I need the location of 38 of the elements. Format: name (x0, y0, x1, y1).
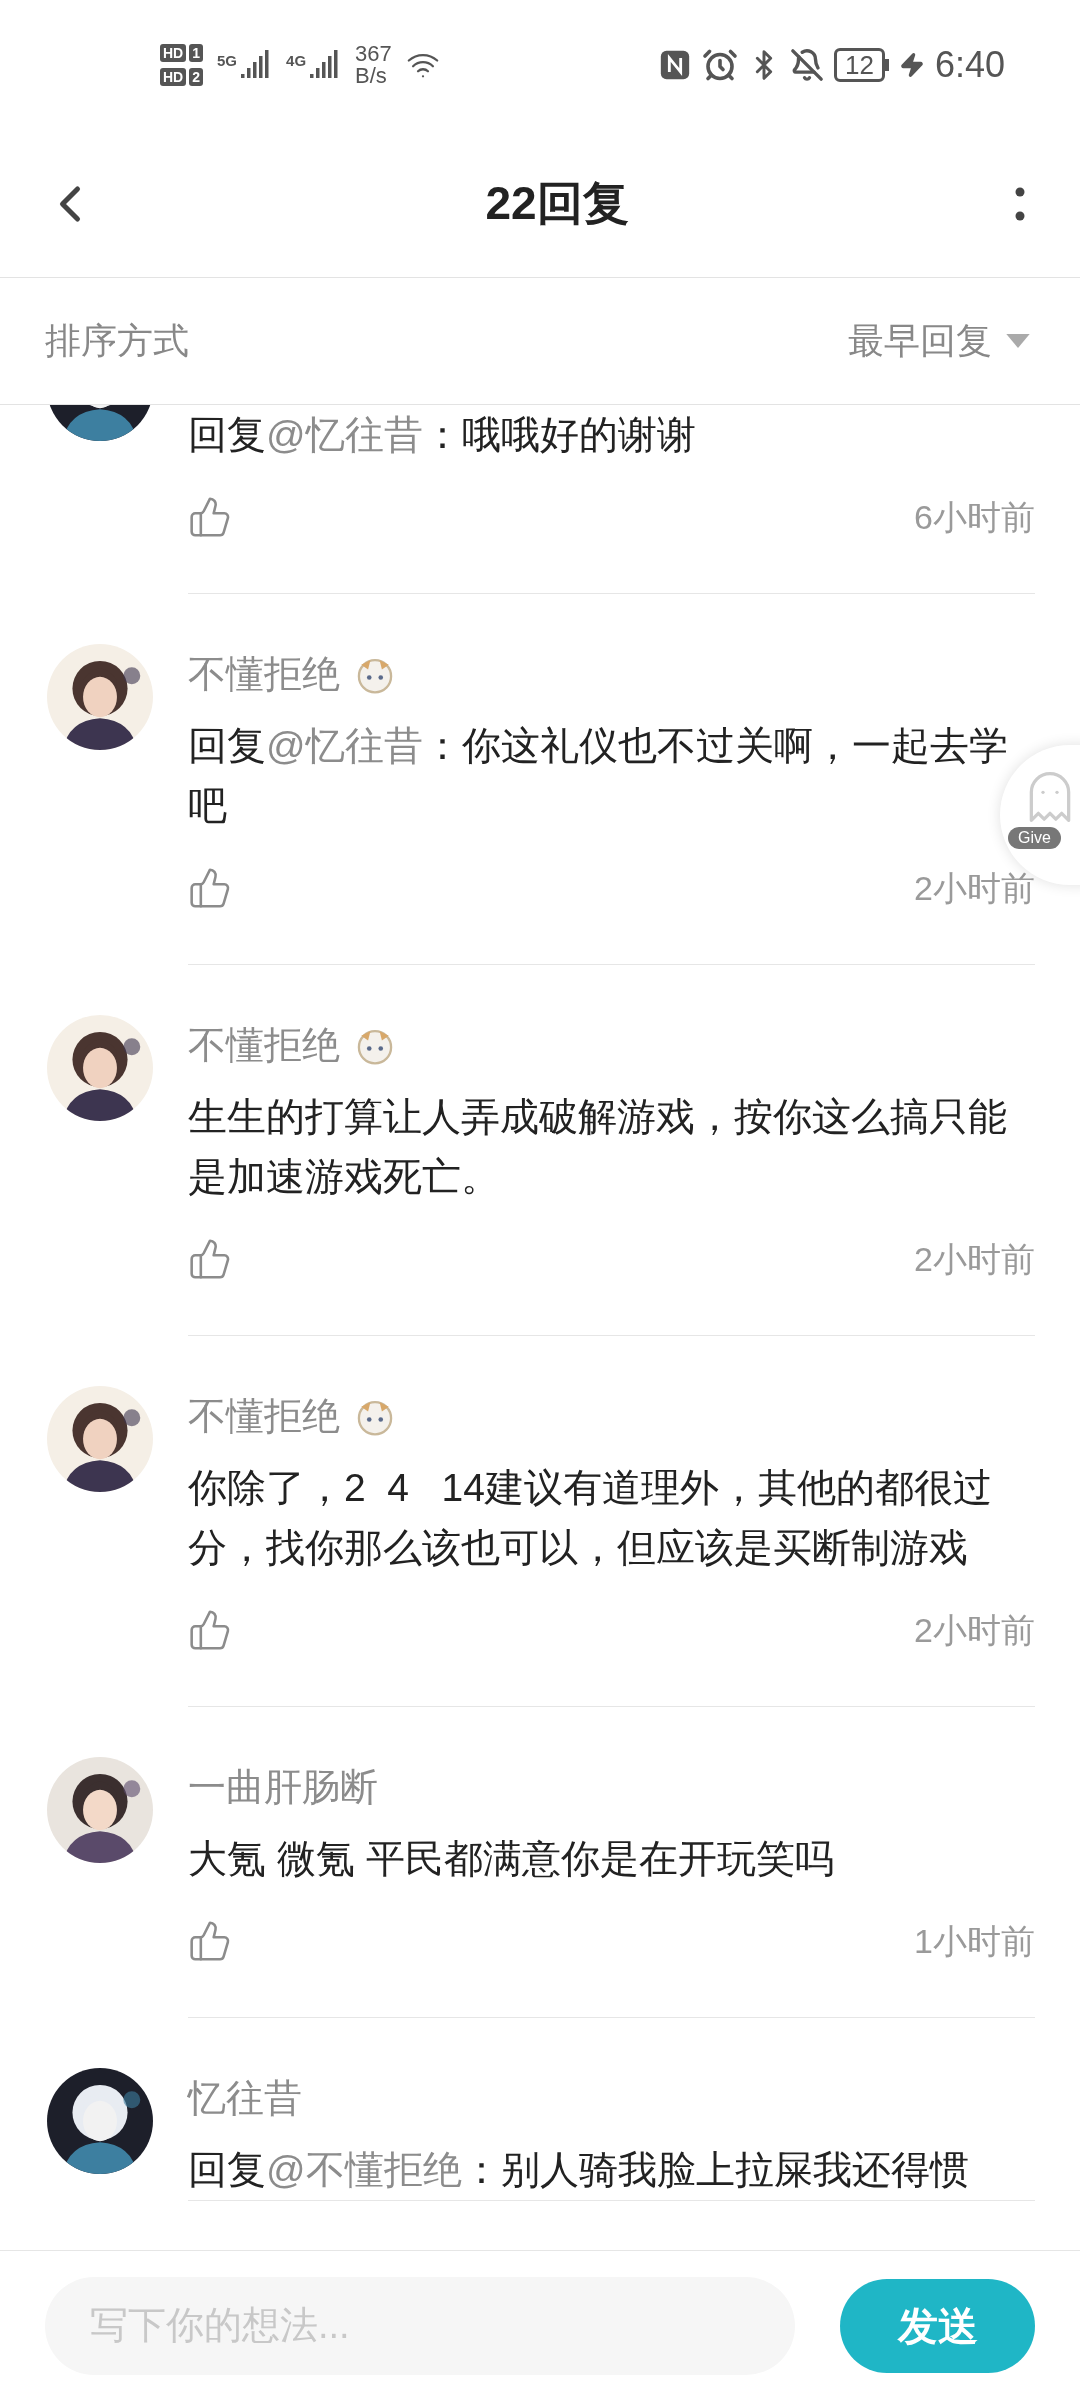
caret-icon (1006, 334, 1030, 348)
speed-value: 367 (355, 43, 392, 65)
user-name[interactable]: 一曲肝肠断 (188, 1758, 378, 1816)
comment-text: 回复@忆往昔：哦哦好的谢谢 (188, 412, 697, 458)
comment-text: 你除了，2 4 14建议有道理外，其他的都很过分，找你那么该也可以，但应该是买断制游戏 (188, 1465, 993, 1571)
network-type: 4G (286, 51, 307, 71)
network-type: 5G (217, 51, 238, 71)
sort-label: 排序方式 (45, 319, 189, 363)
alarm-icon (702, 47, 738, 83)
sort-dropdown[interactable]: 最早回复 (848, 314, 1030, 368)
mute-icon (790, 48, 824, 82)
battery-level: 12 (834, 48, 885, 82)
user-name[interactable]: 不懂拒绝 (188, 645, 340, 703)
like-icon[interactable] (188, 1919, 232, 1963)
page-title: 22回复 (485, 176, 629, 231)
timestamp: 2小时前 (914, 1238, 1035, 1280)
like-icon[interactable] (188, 495, 232, 539)
comment-text: 大氪 微氪 平民都满意你是在开玩笑吗 (188, 1836, 835, 1882)
bubble-label: Give (1008, 827, 1061, 849)
timestamp: 6小时前 (914, 496, 1035, 538)
clock-time: 6:40 (934, 43, 1005, 87)
comment-text: 生生的打算让人弄成破解游戏，按你这么搞只能是加速游戏死亡。 (188, 1094, 1008, 1200)
user-name[interactable]: 不懂拒绝 (188, 1016, 340, 1074)
sim-badge: 1 (189, 44, 204, 62)
user-name[interactable]: 不懂拒绝 (188, 1387, 340, 1445)
hd-badge: HD (160, 44, 187, 62)
hd-badge: HD (160, 68, 187, 86)
sim-badge: 2 (189, 68, 204, 86)
user-name[interactable]: 忆往昔 (188, 2069, 302, 2127)
speed-unit: B/s (355, 65, 388, 87)
send-button[interactable]: 发送 (840, 2278, 1035, 2373)
like-icon[interactable] (188, 866, 232, 910)
nfc-icon (658, 48, 692, 82)
like-icon[interactable] (188, 1237, 232, 1281)
like-icon[interactable] (188, 1608, 232, 1652)
comment-text: 回复@不懂拒绝：别人骑我脸上拉屎我还得惯 (188, 2147, 970, 2193)
timestamp: 2小时前 (914, 1609, 1035, 1651)
timestamp: 1小时前 (914, 1920, 1035, 1962)
